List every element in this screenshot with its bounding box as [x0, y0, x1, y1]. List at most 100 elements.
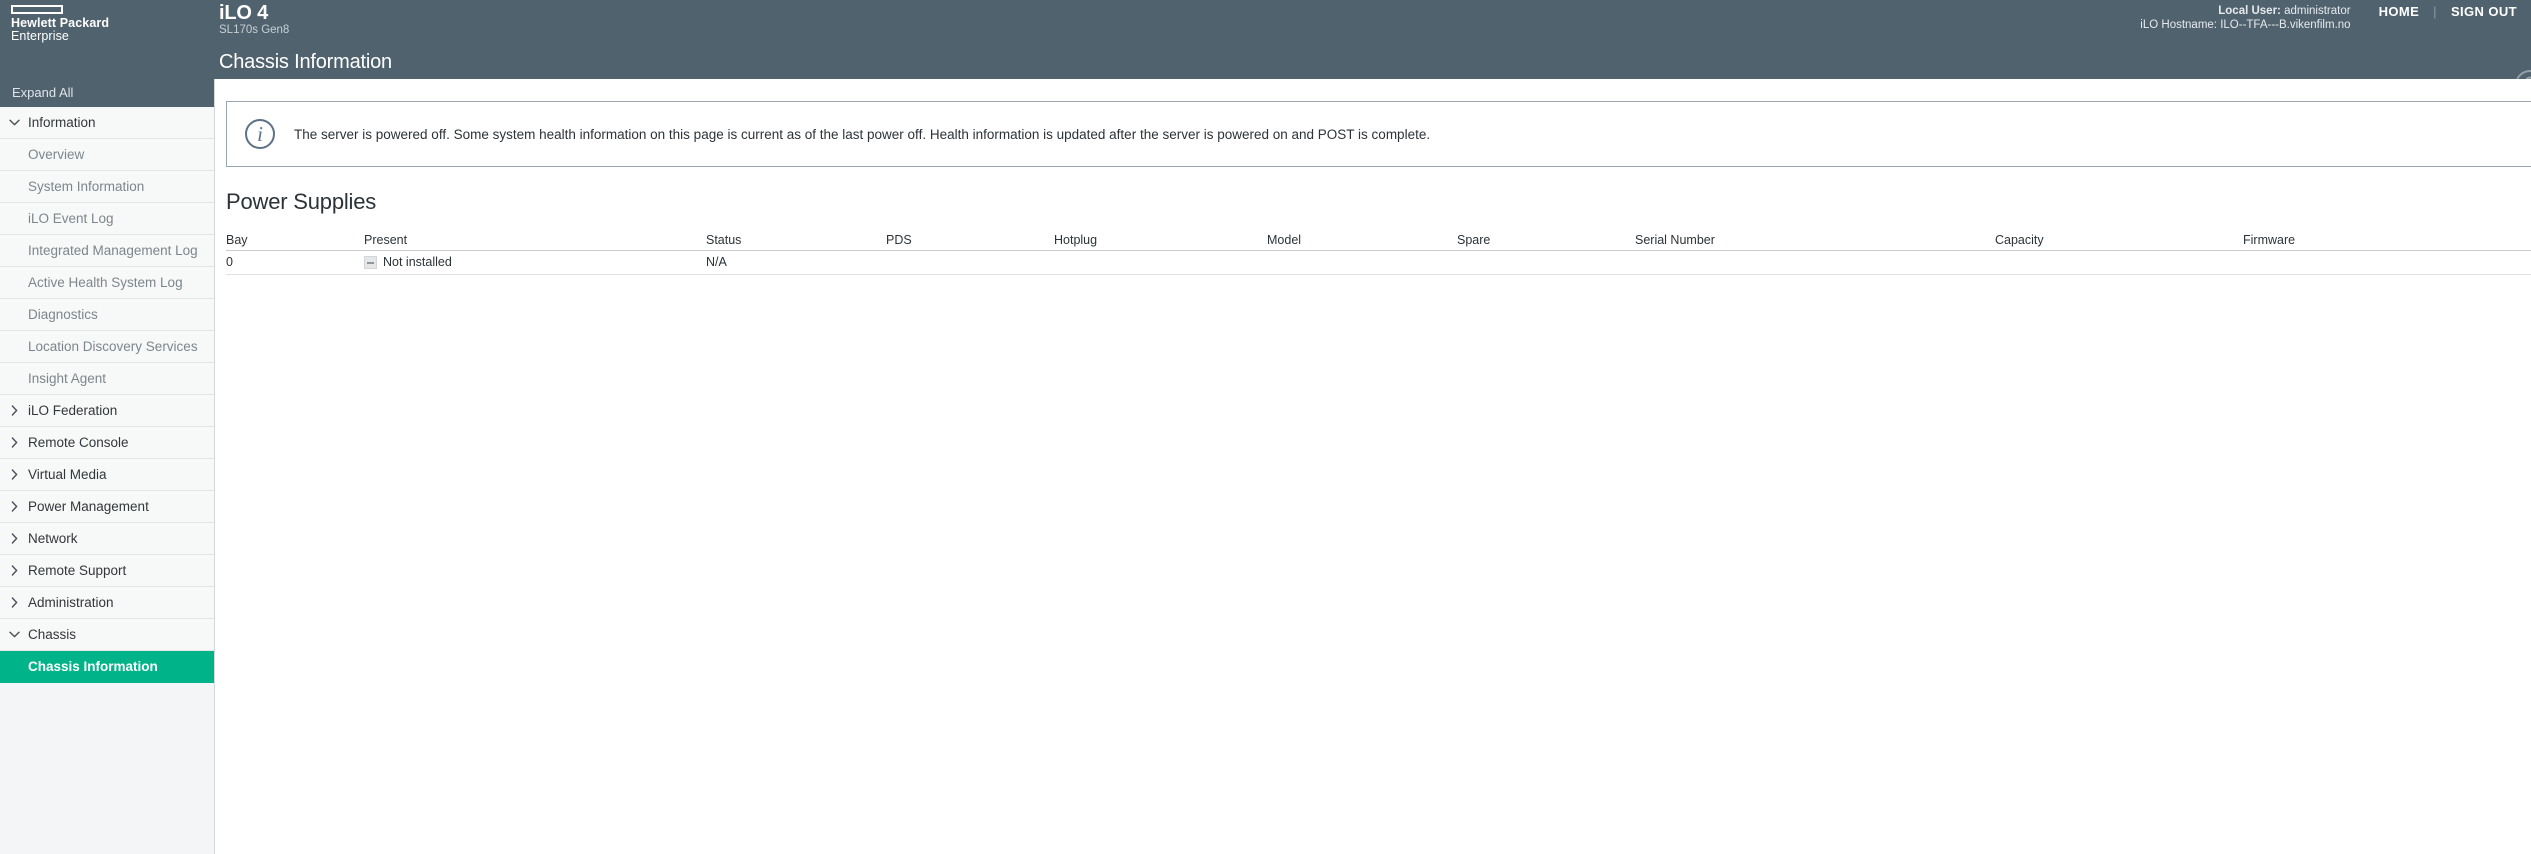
cell-capacity: [1995, 250, 2243, 275]
title-bar-sidebar-pad: [0, 46, 215, 79]
ilo-application-window: Hewlett Packard Enterprise iLO 4 SL170s …: [0, 0, 2531, 854]
ilo-hostname-label: iLO Hostname:: [2140, 19, 2217, 31]
sidebar-item-label: Diagnostics: [28, 306, 98, 322]
product-name: iLO 4: [219, 2, 269, 24]
status-not-installed-icon: [364, 255, 377, 269]
sidebar-item-label: iLO Federation: [28, 402, 118, 418]
page-title: Chassis Information: [219, 51, 392, 73]
sidebar-item-ilo-event-log[interactable]: iLO Event Log: [0, 203, 214, 235]
session-info: Local User: administrator iLO Hostname: …: [2140, 0, 2364, 32]
chevron-down-icon: [0, 119, 28, 126]
chevron-right-icon: [0, 469, 28, 480]
sidebar-item-label: Power Management: [28, 498, 149, 514]
ilo-hostname-line: iLO Hostname: ILO--TFA---B.vikenfilm.no: [2140, 18, 2350, 32]
chevron-right-icon: [0, 501, 28, 512]
product-identity: iLO 4 SL170s Gen8: [215, 0, 289, 37]
sidebar-item-network[interactable]: Network: [0, 523, 214, 555]
power-supplies-section-title: Power Supplies: [226, 189, 377, 214]
sidebar-item-label: Integrated Management Log: [28, 242, 198, 258]
sidebar-item-label: System Information: [28, 178, 145, 194]
sidebar-item-ilo-federation[interactable]: iLO Federation: [0, 395, 214, 427]
sidebar-item-system-information[interactable]: System Information: [0, 171, 214, 203]
chevron-right-icon: [0, 533, 28, 544]
chevron-down-icon: [0, 631, 28, 638]
sidebar-item-chassis[interactable]: Chassis: [0, 619, 214, 651]
cell-status: N/A: [706, 250, 886, 275]
top-navigation-links: HOME | SIGN OUT: [2365, 0, 2531, 19]
local-user-line: Local User: administrator: [2140, 4, 2350, 18]
table-header: Bay Present Status PDS Hotplug Model Spa…: [226, 233, 2531, 251]
info-icon: i: [245, 119, 275, 149]
column-header-pds[interactable]: PDS: [886, 233, 1054, 251]
sidebar-item-diagnostics[interactable]: Diagnostics: [0, 299, 214, 331]
sidebar-item-remote-support[interactable]: Remote Support: [0, 555, 214, 587]
cell-present: Not installed: [364, 250, 706, 275]
sidebar-item-integrated-management-log[interactable]: Integrated Management Log: [0, 235, 214, 267]
sidebar-item-label: Network: [28, 530, 78, 546]
sidebar-item-label: Administration: [28, 594, 114, 610]
cell-spare: [1457, 250, 1635, 275]
cell-pds: [886, 250, 1054, 275]
sidebar-item-label: Overview: [28, 146, 85, 162]
chevron-right-icon: [0, 405, 28, 416]
product-model: SL170s Gen8: [219, 24, 290, 36]
local-user-label: Local User:: [2218, 5, 2281, 17]
column-header-bay[interactable]: Bay: [226, 233, 364, 251]
power-supplies-table: Bay Present Status PDS Hotplug Model Spa…: [226, 233, 2531, 275]
sidebar-item-label: Chassis Information: [28, 658, 158, 674]
cell-bay: 0: [226, 250, 364, 275]
sidebar-item-label: Remote Console: [28, 434, 129, 450]
sidebar-item-information[interactable]: Information: [0, 107, 214, 139]
info-banner-message: The server is powered off. Some system h…: [294, 126, 1431, 142]
chevron-right-icon: [0, 437, 28, 448]
sidebar-item-label: Insight Agent: [28, 370, 107, 386]
column-header-status[interactable]: Status: [706, 233, 886, 251]
column-header-capacity[interactable]: Capacity: [1995, 233, 2243, 251]
column-header-present[interactable]: Present: [364, 233, 706, 251]
sidebar-item-chassis-information[interactable]: Chassis Information: [0, 651, 214, 683]
sidebar-item-location-discovery-services[interactable]: Location Discovery Services: [0, 331, 214, 363]
top-header-bar: Hewlett Packard Enterprise iLO 4 SL170s …: [0, 0, 2531, 46]
sidebar-item-remote-console[interactable]: Remote Console: [0, 427, 214, 459]
power-off-info-banner: i The server is powered off. Some system…: [226, 101, 2531, 167]
cell-model: [1267, 250, 1457, 275]
local-user-value: administrator: [2284, 5, 2351, 17]
sidebar-item-active-health-system-log[interactable]: Active Health System Log: [0, 267, 214, 299]
sidebar-item-overview[interactable]: Overview: [0, 139, 214, 171]
sidebar-item-insight-agent[interactable]: Insight Agent: [0, 363, 214, 395]
sidebar-item-label: Remote Support: [28, 562, 127, 578]
sidebar-item-power-management[interactable]: Power Management: [0, 491, 214, 523]
sidebar-item-label: Virtual Media: [28, 466, 107, 482]
sidebar-item-label: Active Health System Log: [28, 274, 183, 290]
chevron-right-icon: [0, 597, 28, 608]
cell-firmware: [2243, 250, 2531, 275]
page-title-bar: Chassis Information ?: [0, 46, 2531, 100]
column-header-spare[interactable]: Spare: [1457, 233, 1635, 251]
hpe-rectangle-logo-icon: [11, 5, 63, 14]
column-header-firmware[interactable]: Firmware: [2243, 233, 2531, 251]
main-content: i The server is powered off. Some system…: [215, 79, 2531, 854]
present-value: Not installed: [383, 255, 452, 269]
sidebar-item-label: Chassis: [28, 626, 77, 642]
column-header-model[interactable]: Model: [1267, 233, 1457, 251]
sidebar-item-administration[interactable]: Administration: [0, 587, 214, 619]
sign-out-link[interactable]: SIGN OUT: [2437, 4, 2531, 19]
table-header-row: Bay Present Status PDS Hotplug Model Spa…: [226, 233, 2531, 251]
column-header-hotplug[interactable]: Hotplug: [1054, 233, 1267, 251]
ilo-hostname-value: ILO--TFA---B.vikenfilm.no: [2220, 19, 2351, 31]
sidebar-item-virtual-media[interactable]: Virtual Media: [0, 459, 214, 491]
table-row: 0 Not installed N/A: [226, 250, 2531, 275]
brand-line-2: Enterprise: [11, 29, 69, 43]
hpe-brand: Hewlett Packard Enterprise: [0, 0, 215, 43]
cell-serial-number: [1635, 250, 1995, 275]
page-body: Expand All Information Overview System I…: [0, 79, 2531, 854]
sidebar-item-label: iLO Event Log: [28, 210, 114, 226]
table-body: 0 Not installed N/A: [226, 250, 2531, 275]
cell-hotplug: [1054, 250, 1267, 275]
home-link[interactable]: HOME: [2365, 4, 2434, 19]
expand-all-button[interactable]: Expand All: [0, 79, 214, 107]
sidebar-item-label: Location Discovery Services: [28, 338, 198, 354]
present-cell-inner: Not installed: [364, 255, 706, 269]
chevron-right-icon: [0, 565, 28, 576]
column-header-serial-number[interactable]: Serial Number: [1635, 233, 1995, 251]
